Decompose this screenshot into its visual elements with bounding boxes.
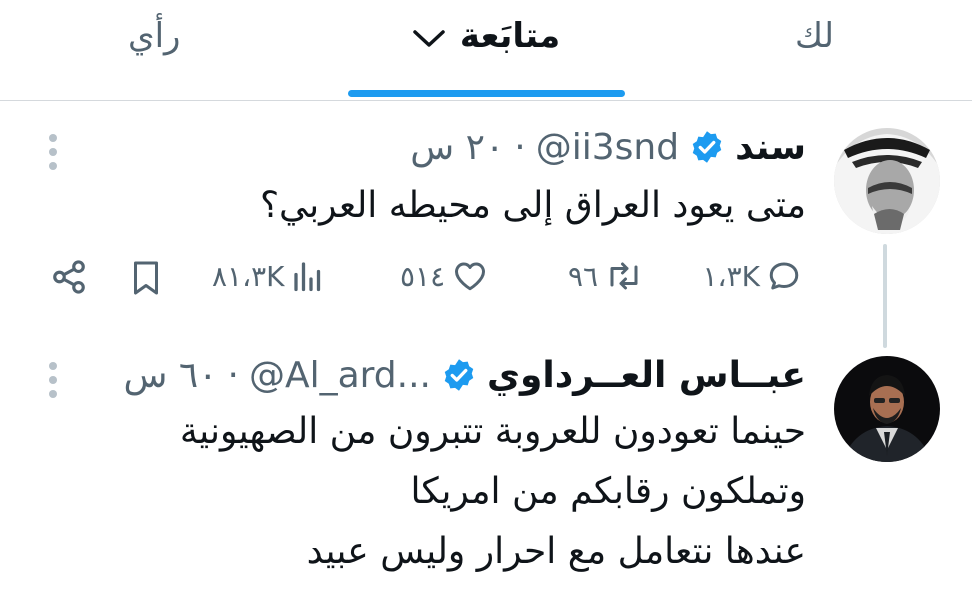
tab-opinion[interactable]: رأي <box>128 16 180 56</box>
author-handle[interactable]: @Al_ard... <box>249 355 431 396</box>
avatar[interactable] <box>834 128 940 234</box>
tweet-text: حينما تعودون للعروبة تتبرون من الصهيونية… <box>180 402 806 582</box>
share-button[interactable] <box>50 258 88 296</box>
separator-dot: · <box>227 354 239 396</box>
more-options-icon[interactable] <box>46 362 60 404</box>
avatar[interactable] <box>834 356 940 462</box>
tweet-actions: ١،٣K ٩٦ ٥١٤ ٨١،٣K <box>0 258 972 304</box>
timeline-tabs: لك متابَعة رأي <box>0 0 972 101</box>
share-icon <box>50 258 88 296</box>
verified-badge-icon <box>441 357 477 393</box>
views-count: ٨١،٣K <box>212 259 285 293</box>
views-chart-icon <box>291 258 325 294</box>
tweet-time[interactable]: ٦٠ س <box>123 355 217 396</box>
reply-count: ١،٣K <box>702 259 761 293</box>
separator-dot: · <box>514 126 526 168</box>
tweet-header: عبــاس العــرداوي ٦٠ س · @Al_ard... <box>123 350 806 400</box>
like-button[interactable]: ٥١٤ <box>400 258 489 294</box>
tweet-text-line: وتملكون رقابكم من امريكا <box>410 471 806 512</box>
like-count: ٥١٤ <box>400 259 446 293</box>
reply-icon <box>766 258 802 294</box>
tweet-text-line: حينما تعودون للعروبة تتبرون من الصهيونية <box>179 411 806 452</box>
chevron-down-icon[interactable] <box>412 18 446 58</box>
retweet-icon <box>604 258 644 294</box>
tweet-meta: ٢٠ س · @ii3snd <box>410 127 679 168</box>
reply-button[interactable]: ١،٣K <box>703 258 803 294</box>
bookmark-button[interactable] <box>128 258 164 298</box>
active-tab-indicator <box>348 90 625 97</box>
tweet-text-line: عندها نتعامل مع احرار وليس عبيد <box>306 531 806 572</box>
tweet-text: متى يعود العراق إلى محيطه العربي؟ <box>259 185 806 226</box>
tab-following-label: متابَعة <box>459 16 561 56</box>
tweet-time[interactable]: ٢٠ س <box>410 127 504 168</box>
tweet-header: سند ٢٠ س · @ii3snd <box>410 122 806 172</box>
author-name[interactable]: سند <box>735 127 806 168</box>
tweet-meta: ٦٠ س · @Al_ard... <box>123 355 431 396</box>
heart-icon <box>451 258 489 294</box>
views-button[interactable]: ٨١،٣K <box>212 258 325 294</box>
verified-badge-icon <box>689 129 725 165</box>
bookmark-icon <box>128 258 164 298</box>
more-options-icon[interactable] <box>46 134 60 176</box>
author-name[interactable]: عبــاس العــرداوي <box>487 355 806 396</box>
author-handle[interactable]: @ii3snd <box>536 127 679 168</box>
retweet-count: ٩٦ <box>568 259 599 293</box>
retweet-button[interactable]: ٩٦ <box>568 258 644 294</box>
